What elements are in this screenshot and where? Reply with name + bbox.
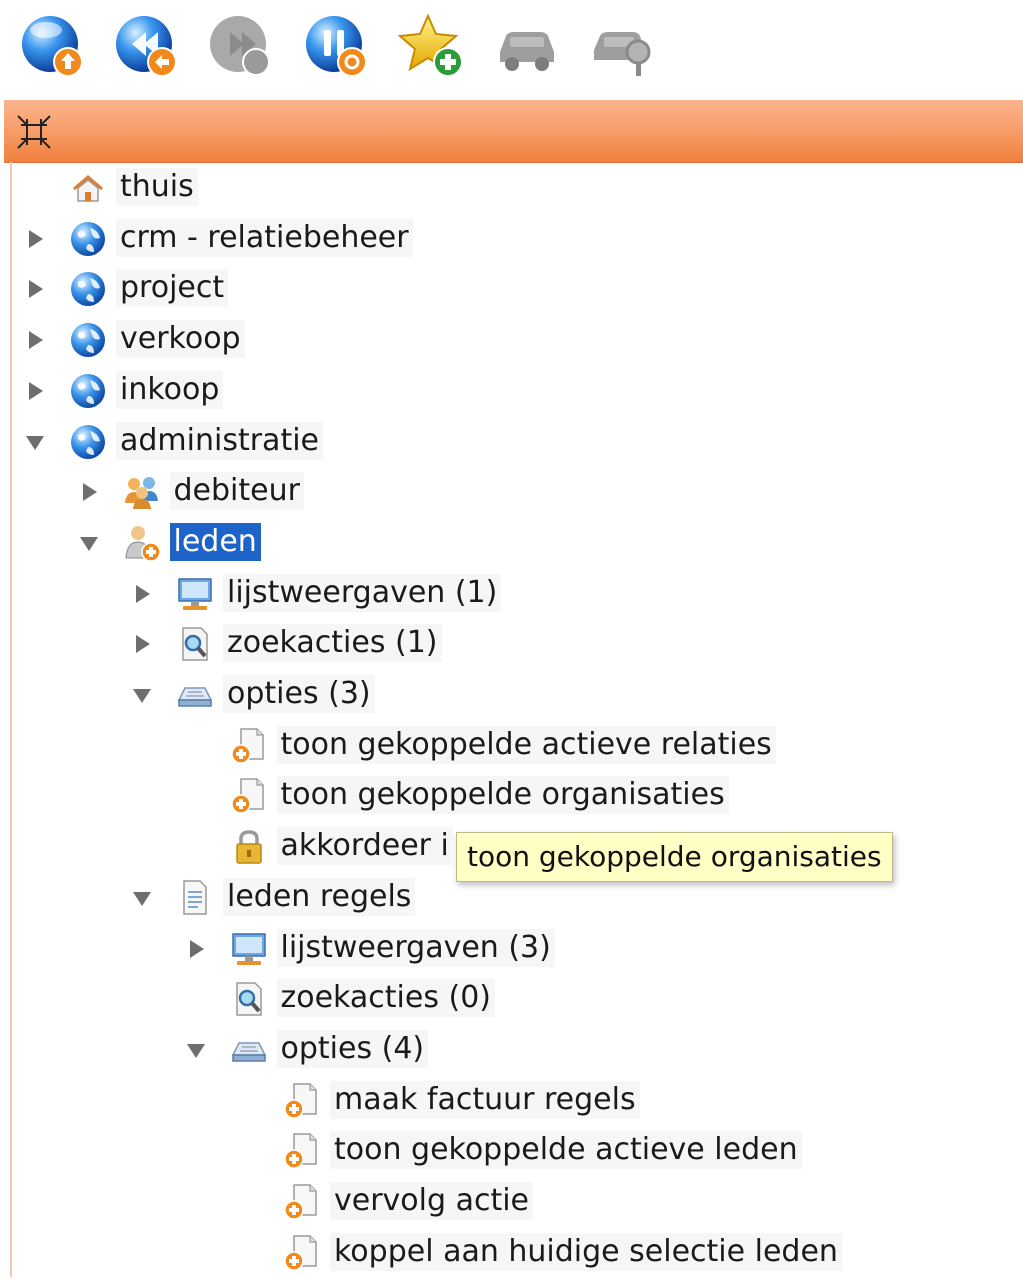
home-icon — [68, 169, 108, 207]
globe-forward-button[interactable] — [204, 10, 276, 82]
tree-node-label[interactable]: vervolg actie — [330, 1182, 533, 1220]
document-add-icon — [282, 1082, 322, 1120]
globe-icon — [68, 372, 108, 410]
expand-arrow-right-icon[interactable] — [24, 380, 46, 402]
search-document-icon — [229, 980, 269, 1018]
tree-node[interactable]: maak factuur regels — [12, 1076, 1012, 1126]
tree-node[interactable]: lijstweergaven (1) — [12, 569, 1012, 619]
tree-node[interactable]: opties (3) — [12, 670, 1012, 720]
tree-node[interactable]: zoekacties (0) — [12, 974, 1012, 1024]
star-add-icon — [397, 13, 463, 77]
globe-rewind-button[interactable] — [110, 10, 182, 82]
expand-arrow-right-icon[interactable] — [24, 329, 46, 351]
tree-node-label[interactable]: lijstweergaven (3) — [276, 928, 555, 967]
tree-node[interactable]: toon gekoppelde organisaties — [12, 771, 1012, 821]
search-document-icon — [175, 625, 215, 663]
tree-node-label[interactable]: koppel aan huidige selectie leden — [330, 1232, 842, 1271]
tooltip: toon gekoppelde organisaties — [456, 832, 893, 882]
user-add-icon — [122, 524, 162, 562]
collapse-button[interactable] — [16, 114, 52, 150]
tree-node[interactable]: opties (4) — [12, 1025, 1012, 1075]
tree-node-label[interactable]: toon gekoppelde actieve leden — [330, 1131, 802, 1170]
tree-node-label[interactable]: opties (4) — [276, 1029, 429, 1068]
tree-node[interactable]: crm - relatiebeheer — [12, 214, 1012, 264]
expand-arrow-right-icon[interactable] — [131, 633, 153, 655]
globe-icon — [68, 220, 108, 258]
monitor-icon — [229, 930, 269, 968]
document-add-icon — [282, 1132, 322, 1170]
globe-pause-icon — [306, 16, 367, 77]
navigation-tree: thuis crm - relatiebeheer project verkoop in… — [10, 162, 1023, 1277]
expand-arrow-down-icon[interactable] — [78, 532, 100, 554]
tree-node-label[interactable]: leden — [169, 522, 261, 561]
car-search-icon — [594, 32, 651, 76]
panel-header — [4, 100, 1023, 163]
tree-node-label[interactable]: toon gekoppelde organisaties — [276, 776, 729, 815]
tree-node[interactable]: koppel aan huidige selectie leden — [12, 1228, 1012, 1278]
expand-arrow-down-icon[interactable] — [131, 887, 153, 909]
document-icon — [175, 879, 215, 917]
tree-node[interactable]: debiteur — [12, 467, 1012, 517]
tree-node[interactable]: administratie — [12, 417, 1012, 467]
car-search-button[interactable] — [588, 10, 660, 82]
tree-node-label[interactable]: inkoop — [116, 370, 224, 409]
globe-icon — [68, 270, 108, 308]
expand-arrow-right-icon[interactable] — [78, 481, 100, 503]
tree-node[interactable]: lijstweergaven (3) — [12, 924, 1012, 974]
lock-icon — [229, 828, 269, 866]
globe-rewind-icon — [116, 16, 177, 77]
tree-node[interactable]: verkoop — [12, 315, 1012, 365]
tree-node[interactable]: zoekacties (1) — [12, 619, 1012, 669]
tree-node-label[interactable]: maak factuur regels — [330, 1080, 640, 1119]
globe-forward-icon — [210, 16, 270, 76]
tray-icon — [175, 676, 215, 714]
tree-node[interactable]: toon gekoppelde actieve relaties — [12, 721, 1012, 771]
tree-node[interactable]: thuis — [12, 163, 1012, 213]
document-add-icon — [282, 1183, 322, 1221]
tree-node-label[interactable]: zoekacties (0) — [276, 979, 495, 1018]
tree-node[interactable]: inkoop — [12, 366, 1012, 416]
car-button[interactable] — [492, 10, 564, 82]
star-add-button[interactable] — [396, 10, 468, 82]
tree-node-label[interactable]: zoekacties (1) — [223, 624, 442, 663]
collapse-arrows-icon — [17, 115, 51, 149]
document-add-icon — [229, 727, 269, 765]
tree-node-label[interactable]: akkordeer i — [276, 827, 453, 866]
monitor-icon — [175, 575, 215, 613]
tree-node-label[interactable]: opties (3) — [223, 675, 375, 713]
globe-upload-button[interactable] — [16, 10, 88, 82]
tray-icon — [229, 1031, 269, 1069]
expand-arrow-right-icon[interactable] — [24, 228, 46, 250]
expand-arrow-right-icon[interactable] — [185, 938, 207, 960]
tree-node-label[interactable]: debiteur — [169, 472, 304, 511]
expand-arrow-down-icon[interactable] — [185, 1039, 207, 1061]
tree-node-label[interactable]: lijstweergaven (1) — [223, 573, 502, 612]
expand-arrow-right-icon[interactable] — [24, 278, 46, 300]
document-add-icon — [282, 1234, 322, 1272]
tree-node-label[interactable]: thuis — [116, 168, 198, 206]
globe-icon — [68, 321, 108, 359]
expand-arrow-down-icon[interactable] — [24, 431, 46, 453]
tree-node[interactable]: project — [12, 264, 1012, 314]
globe-upload-icon — [22, 16, 83, 77]
car-icon — [500, 32, 554, 71]
tree-node-label[interactable]: verkoop — [116, 320, 245, 359]
tree-node-label[interactable]: administratie — [116, 421, 323, 460]
expand-arrow-down-icon[interactable] — [131, 684, 153, 706]
toolbar — [0, 0, 1023, 100]
document-add-icon — [229, 777, 269, 815]
tree-node[interactable]: vervolg actie — [12, 1177, 1012, 1227]
tree-node-label[interactable]: crm - relatiebeheer — [116, 218, 413, 257]
tree-node-label[interactable]: toon gekoppelde actieve relaties — [276, 725, 776, 764]
users-icon — [122, 473, 162, 511]
tree-node-label[interactable]: leden regels — [223, 877, 416, 916]
tree-node[interactable]: leden — [12, 518, 1012, 568]
globe-pause-button[interactable] — [300, 10, 372, 82]
globe-icon — [68, 423, 108, 461]
expand-arrow-right-icon[interactable] — [131, 583, 153, 605]
tree-node-label[interactable]: project — [116, 269, 229, 308]
tree-node[interactable]: toon gekoppelde actieve leden — [12, 1126, 1012, 1176]
